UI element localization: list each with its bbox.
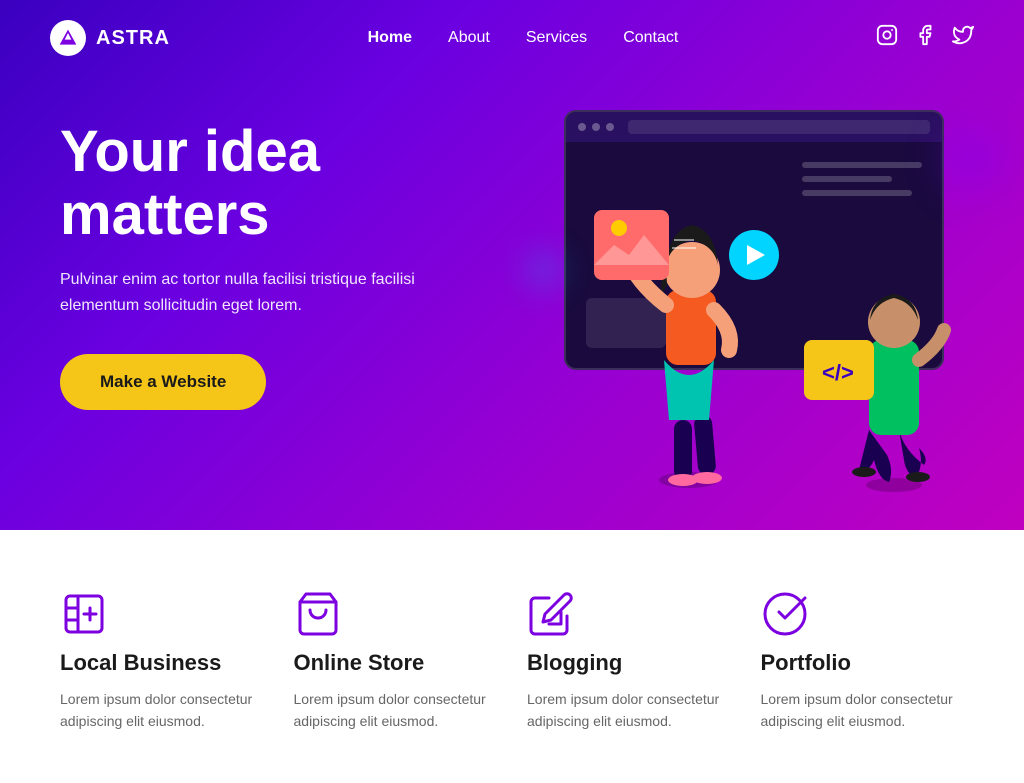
twitter-icon[interactable]: [952, 24, 974, 52]
blogging-icon: [527, 590, 575, 638]
service-title-3: Portfolio: [761, 650, 965, 676]
hero-subtitle: Pulvinar enim ac tortor nulla facilisi t…: [60, 267, 420, 318]
logo-icon: [50, 20, 86, 56]
service-desc-2: Lorem ipsum dolor consectetur adipiscing…: [527, 688, 731, 733]
hero-title: Your idea matters: [60, 120, 420, 248]
figures-svg: </>: [504, 50, 1024, 510]
facebook-icon[interactable]: [914, 24, 936, 52]
online-store-icon: [294, 590, 342, 638]
main-nav: Home About Services Contact: [368, 29, 679, 47]
nav-home[interactable]: Home: [368, 29, 412, 47]
social-links: [876, 24, 974, 52]
brand-name: ASTRA: [96, 27, 170, 50]
service-local-business: Local Business Lorem ipsum dolor consect…: [60, 590, 264, 733]
service-portfolio: Portfolio Lorem ipsum dolor consectetur …: [761, 590, 965, 733]
service-desc-0: Lorem ipsum dolor consectetur adipiscing…: [60, 688, 264, 733]
portfolio-icon: [761, 590, 809, 638]
service-blogging: Blogging Lorem ipsum dolor consectetur a…: [527, 590, 731, 733]
hero-section: ASTRA Home About Services Contact: [0, 0, 1024, 530]
site-header: ASTRA Home About Services Contact: [0, 0, 1024, 76]
service-title-0: Local Business: [60, 650, 264, 676]
local-business-icon: [60, 590, 108, 638]
service-desc-3: Lorem ipsum dolor consectetur adipiscing…: [761, 688, 965, 733]
service-title-2: Blogging: [527, 650, 731, 676]
service-title-1: Online Store: [294, 650, 498, 676]
hero-illustration: </>: [504, 50, 1024, 510]
hero-content: Your idea matters Pulvinar enim ac torto…: [0, 120, 480, 411]
glow-2: [524, 250, 564, 290]
logo[interactable]: ASTRA: [50, 20, 170, 56]
cta-button[interactable]: Make a Website: [60, 354, 266, 410]
svg-text:</>: </>: [822, 360, 854, 385]
service-desc-1: Lorem ipsum dolor consectetur adipiscing…: [294, 688, 498, 733]
service-online-store: Online Store Lorem ipsum dolor consectet…: [294, 590, 498, 733]
nav-contact[interactable]: Contact: [623, 29, 678, 47]
nav-services[interactable]: Services: [526, 29, 587, 47]
glow-1: [944, 130, 1004, 190]
logo-svg: [58, 28, 78, 48]
nav-about[interactable]: About: [448, 29, 490, 47]
services-section: Local Business Lorem ipsum dolor consect…: [0, 530, 1024, 783]
instagram-icon[interactable]: [876, 24, 898, 52]
